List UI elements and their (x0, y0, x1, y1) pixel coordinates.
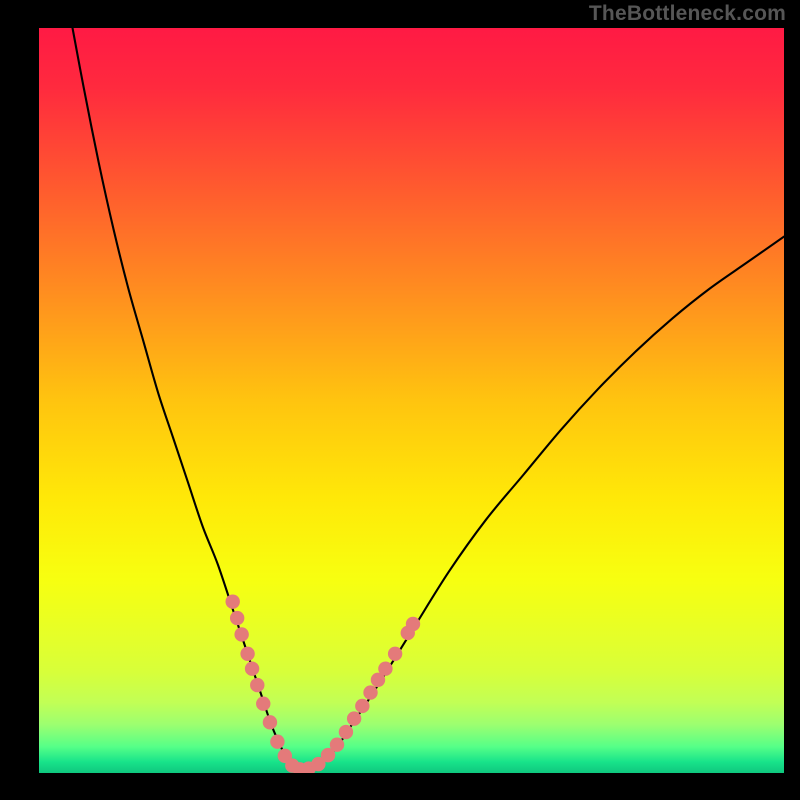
watermark-text: TheBottleneck.com (589, 2, 786, 26)
chart-svg (39, 28, 784, 773)
curve-marker (250, 678, 264, 692)
curve-marker (388, 647, 402, 661)
curve-marker (270, 735, 284, 749)
curve-marker (256, 697, 270, 711)
curve-marker (263, 715, 277, 729)
curve-marker (355, 699, 369, 713)
curve-marker (330, 737, 344, 751)
curve-marker (378, 662, 392, 676)
curve-marker (245, 662, 259, 676)
curve-marker (226, 594, 240, 608)
curve-marker (240, 647, 254, 661)
curve-marker (406, 617, 420, 631)
curve-marker (339, 725, 353, 739)
chart-frame: { "watermark": "TheBottleneck.com", "gra… (0, 0, 800, 800)
curve-marker (363, 685, 377, 699)
chart-plot (39, 28, 784, 773)
curve-marker (234, 627, 248, 641)
curve-marker (347, 711, 361, 725)
gradient-background (39, 28, 784, 773)
curve-marker (230, 611, 244, 625)
